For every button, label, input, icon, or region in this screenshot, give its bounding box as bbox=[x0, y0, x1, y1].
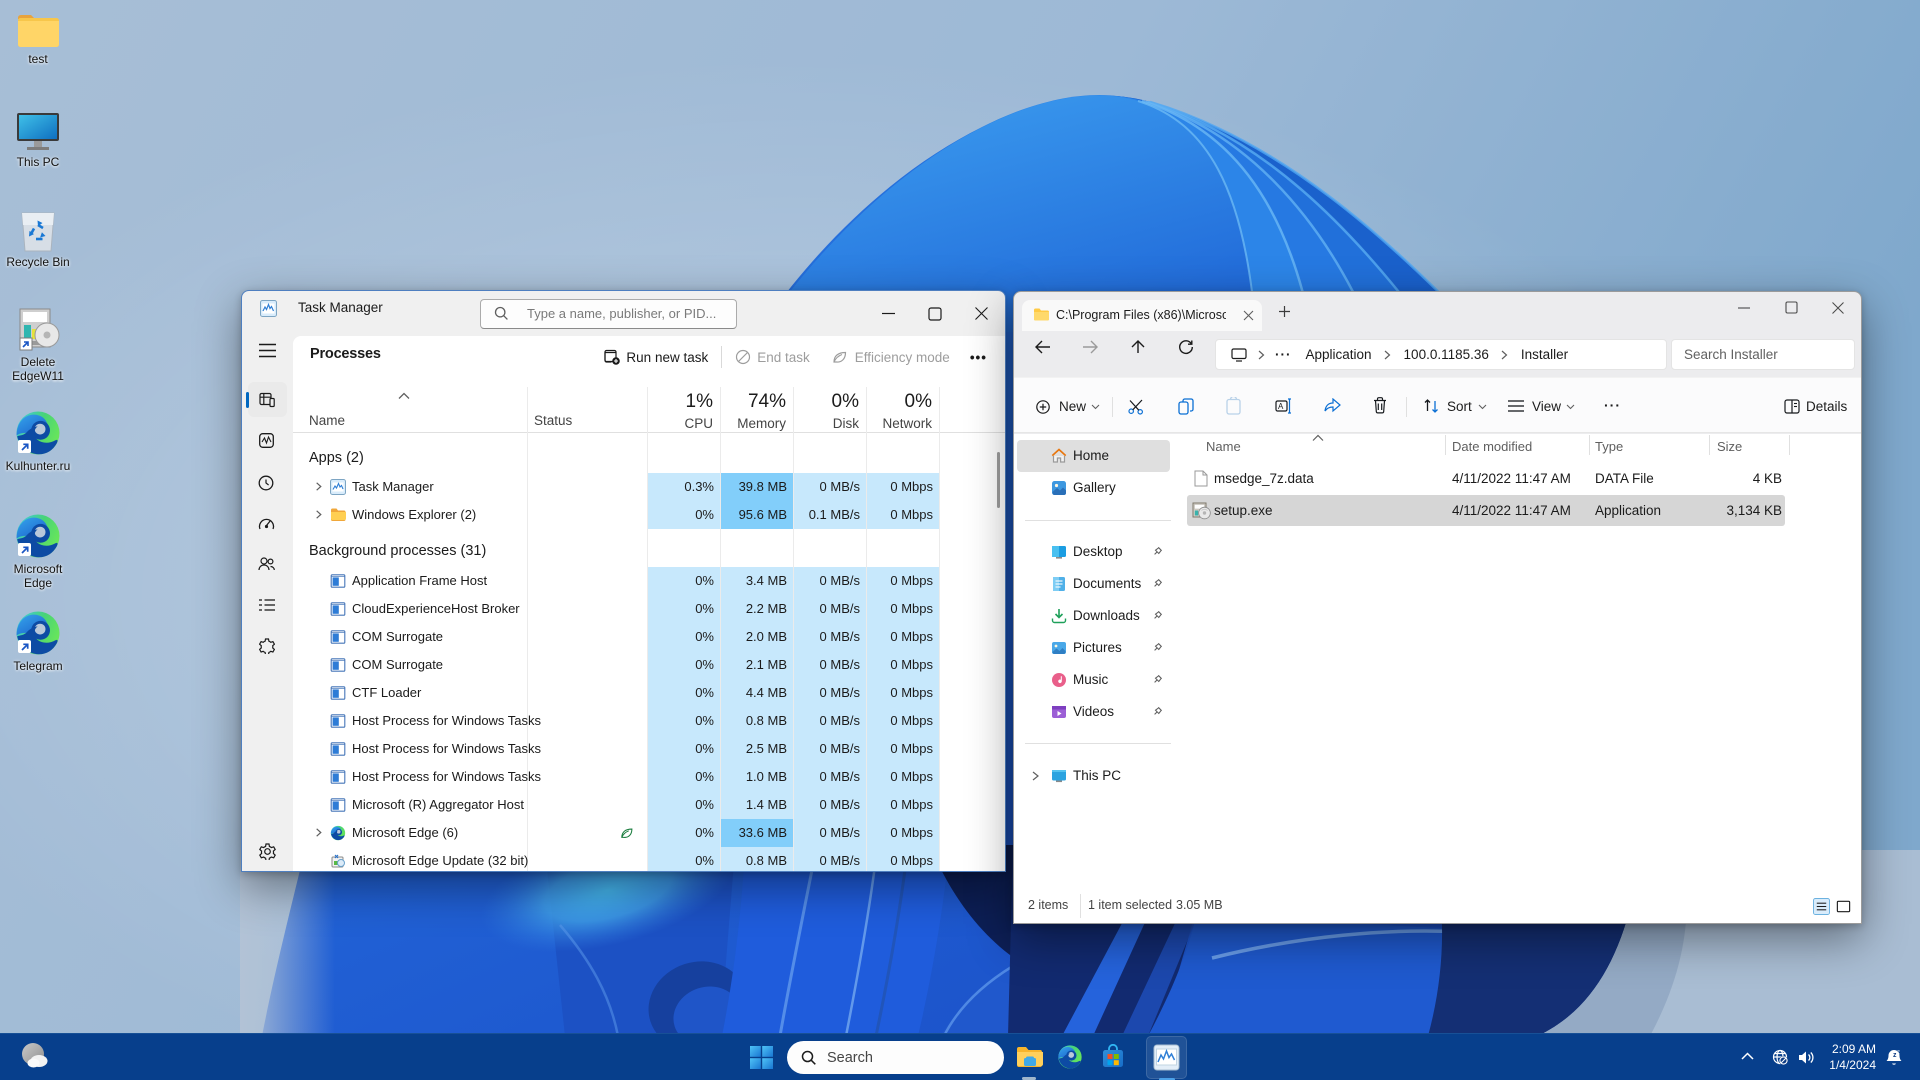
svg-text:z: z bbox=[1897, 1050, 1900, 1056]
svg-text:A: A bbox=[1278, 402, 1284, 411]
